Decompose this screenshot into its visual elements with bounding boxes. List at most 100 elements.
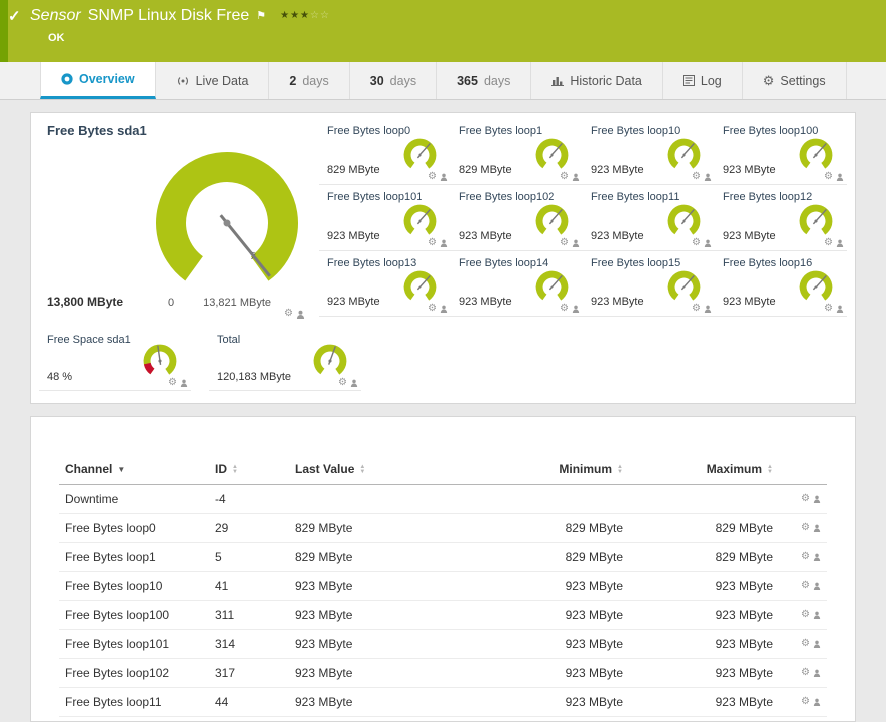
tab-bar: Overview Live Data 2 days 30 days 365 da… (0, 62, 886, 100)
gear-icon[interactable]: ⚙ (801, 668, 810, 678)
person-icon[interactable] (813, 698, 821, 706)
gear-icon[interactable]: ⚙ (801, 610, 810, 620)
tab-label: Historic Data (570, 74, 642, 88)
gear-icon[interactable]: ⚙ (692, 238, 701, 248)
person-icon[interactable] (836, 173, 844, 181)
person-icon[interactable] (704, 239, 712, 247)
gear-icon[interactable]: ⚙ (801, 494, 810, 504)
gear-icon[interactable]: ⚙ (168, 378, 177, 388)
primary-gauge-cell[interactable]: Free Bytes sda1 x̄ 13,800 MByte 0 13,821… (39, 119, 319, 321)
channel-gauge-cell[interactable]: Free Bytes loop16 923 MByte ⚙ (715, 251, 847, 317)
live-data-icon (176, 75, 190, 87)
person-icon[interactable] (813, 611, 821, 619)
channel-gauge-value: 923 MByte (723, 230, 776, 242)
person-icon[interactable] (813, 524, 821, 532)
gear-icon[interactable]: ⚙ (560, 238, 569, 248)
gear-icon[interactable]: ⚙ (801, 639, 810, 649)
gear-icon[interactable]: ⚙ (801, 523, 810, 533)
channel-gauge-cell[interactable]: Free Bytes loop15 923 MByte ⚙ (583, 251, 715, 317)
gear-icon[interactable]: ⚙ (801, 581, 810, 591)
channel-gauge-cell[interactable]: Free Bytes loop14 923 MByte ⚙ (451, 251, 583, 317)
channel-gauge-cell[interactable]: Free Bytes loop12 923 MByte ⚙ (715, 185, 847, 251)
channel-gauge-cell[interactable]: Free Bytes loop13 923 MByte ⚙ (319, 251, 451, 317)
person-icon[interactable] (440, 173, 448, 181)
table-row[interactable]: Free Bytes loop11 44 923 MByte 923 MByte… (59, 688, 827, 717)
column-header-channel[interactable]: Channel▼ (59, 455, 209, 485)
star-icon[interactable]: ★ (280, 10, 290, 21)
channel-gauge-value: 923 MByte (591, 164, 644, 176)
person-icon[interactable] (572, 173, 580, 181)
person-icon[interactable] (813, 640, 821, 648)
channel-gauge-cell[interactable]: Free Bytes loop11 923 MByte ⚙ (583, 185, 715, 251)
person-icon[interactable] (704, 173, 712, 181)
star-icon[interactable]: ★ (300, 10, 310, 21)
tab-settings[interactable]: ⚙ Settings (743, 62, 847, 99)
gear-icon[interactable]: ⚙ (428, 304, 437, 314)
gear-icon[interactable]: ⚙ (692, 172, 701, 182)
channel-gauge-cell[interactable]: Total 120,183 MByte ⚙ (209, 329, 361, 391)
gear-icon[interactable]: ⚙ (824, 238, 833, 248)
column-header-last-value[interactable]: Last Value▲▼ (289, 455, 479, 485)
person-icon[interactable] (813, 582, 821, 590)
tab-365-days[interactable]: 365 days (437, 62, 531, 99)
table-row[interactable]: Free Bytes loop100 311 923 MByte 923 MBy… (59, 601, 827, 630)
tab-live-data[interactable]: Live Data (156, 62, 270, 99)
channel-gauge-cell[interactable]: Free Bytes loop100 923 MByte ⚙ (715, 119, 847, 185)
person-icon[interactable] (440, 239, 448, 247)
channel-gauge-cell[interactable]: Free Bytes loop0 829 MByte ⚙ (319, 119, 451, 185)
gear-icon[interactable]: ⚙ (824, 172, 833, 182)
person-icon[interactable] (704, 305, 712, 313)
person-icon[interactable] (813, 553, 821, 561)
person-icon[interactable] (350, 379, 358, 387)
channel-gauge (533, 136, 571, 174)
gear-icon[interactable]: ⚙ (560, 304, 569, 314)
gear-icon[interactable]: ⚙ (428, 172, 437, 182)
gear-icon[interactable]: ⚙ (824, 304, 833, 314)
gear-icon[interactable]: ⚙ (338, 378, 347, 388)
star-icon[interactable]: ☆ (320, 10, 330, 21)
person-icon[interactable] (296, 310, 305, 319)
tab-2-days[interactable]: 2 days (269, 62, 349, 99)
column-header-minimum[interactable]: Minimum▲▼ (479, 455, 629, 485)
column-header-maximum[interactable]: Maximum▲▼ (629, 455, 779, 485)
person-icon[interactable] (572, 305, 580, 313)
flag-icon[interactable]: ⚑ (256, 10, 266, 22)
person-icon[interactable] (572, 239, 580, 247)
channel-gauge-cell[interactable]: Free Bytes loop1 829 MByte ⚙ (451, 119, 583, 185)
table-row[interactable]: Downtime -4 ⚙ (59, 485, 827, 514)
channel-gauge-cell[interactable]: Free Bytes loop10 923 MByte ⚙ (583, 119, 715, 185)
channel-gauge-cell[interactable]: Free Bytes loop102 923 MByte ⚙ (451, 185, 583, 251)
tab-log[interactable]: Log (663, 62, 743, 99)
gear-icon[interactable]: ⚙ (560, 172, 569, 182)
gear-icon[interactable]: ⚙ (692, 304, 701, 314)
gear-icon[interactable]: ⚙ (801, 552, 810, 562)
person-icon[interactable] (440, 305, 448, 313)
gear-icon[interactable]: ⚙ (284, 309, 293, 319)
channel-gauge-cell[interactable]: Free Bytes loop101 923 MByte ⚙ (319, 185, 451, 251)
channel-gauge-cell[interactable]: Free Space sda1 48 % ⚙ (39, 329, 191, 391)
person-icon[interactable] (813, 669, 821, 677)
star-icon[interactable]: ★ (290, 10, 300, 21)
gear-icon[interactable]: ⚙ (428, 238, 437, 248)
star-rating[interactable]: ★★★☆☆ (280, 7, 330, 25)
last-value (289, 485, 479, 514)
sort-icon: ▲▼ (617, 465, 623, 475)
gear-icon[interactable]: ⚙ (801, 697, 810, 707)
tab-overview[interactable]: Overview (40, 62, 156, 99)
person-icon[interactable] (813, 495, 821, 503)
person-icon[interactable] (836, 305, 844, 313)
table-row[interactable]: Free Bytes loop102 317 923 MByte 923 MBy… (59, 659, 827, 688)
table-row[interactable]: Free Bytes loop0 29 829 MByte 829 MByte … (59, 514, 827, 543)
table-row[interactable]: Free Bytes loop1 5 829 MByte 829 MByte 8… (59, 543, 827, 572)
person-icon[interactable] (180, 379, 188, 387)
tab-number: 2 (289, 74, 296, 88)
table-row[interactable]: Free Bytes loop101 314 923 MByte 923 MBy… (59, 630, 827, 659)
channel-id: 47 (209, 717, 289, 722)
person-icon[interactable] (836, 239, 844, 247)
tab-30-days[interactable]: 30 days (350, 62, 437, 99)
column-header-id[interactable]: ID▲▼ (209, 455, 289, 485)
table-row[interactable]: Free Bytes loop10 41 923 MByte 923 MByte… (59, 572, 827, 601)
tab-historic-data[interactable]: Historic Data (531, 62, 663, 99)
table-row[interactable]: Free Bytes loop12 47 923 MByte 923 MByte… (59, 717, 827, 722)
star-icon[interactable]: ☆ (310, 10, 320, 21)
